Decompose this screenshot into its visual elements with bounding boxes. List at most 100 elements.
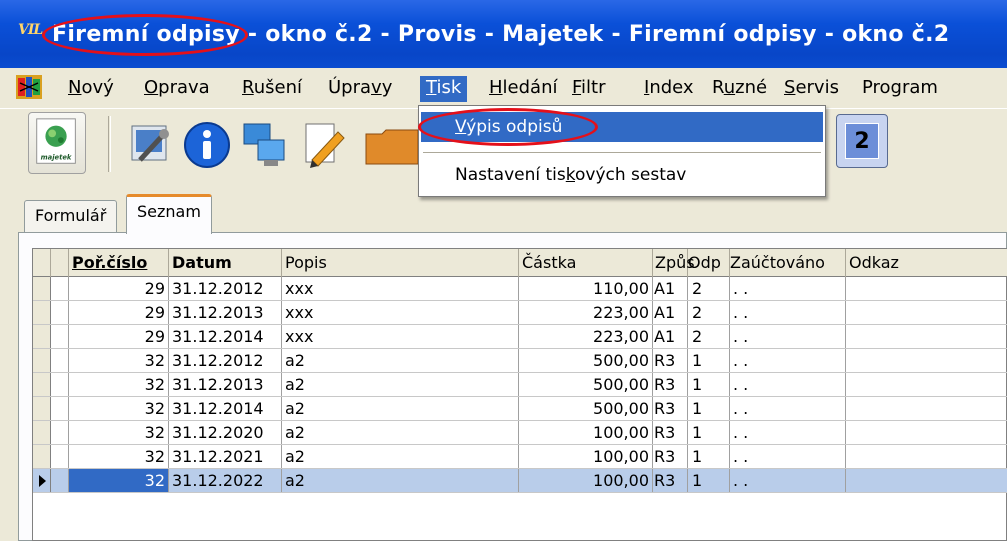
cell-cislo[interactable]: 32 (69, 421, 169, 444)
cell-datum[interactable]: 31.12.2013 (169, 301, 282, 324)
cell-castka[interactable]: 223,00 (519, 301, 653, 324)
cell-zpus[interactable]: R3 (653, 349, 688, 372)
header-odp[interactable]: Odp (688, 249, 730, 277)
cell-odp[interactable]: 2 (688, 325, 730, 348)
cell-datum[interactable]: 31.12.2014 (169, 325, 282, 348)
cell-castka[interactable]: 500,00 (519, 397, 653, 420)
header-popis[interactable]: Popis (282, 249, 519, 277)
cell-datum[interactable]: 31.12.2020 (169, 421, 282, 444)
cell-datum[interactable]: 31.12.2014 (169, 397, 282, 420)
tab-formular[interactable]: Formulář (24, 200, 118, 232)
menu-item-vypis-odpisu[interactable]: Výpis odpisů (421, 112, 823, 142)
cell-zpus[interactable]: R3 (653, 373, 688, 396)
menu-ruseni[interactable]: Rušení (236, 76, 308, 102)
cell-cislo[interactable]: 32 (69, 445, 169, 468)
cell-zpus[interactable]: R3 (653, 469, 688, 492)
menu-ruzne[interactable]: Ruzné (706, 76, 773, 102)
table-row[interactable]: 32 31.12.2014 a2 500,00 R3 1. . (33, 397, 1007, 421)
cell-cislo[interactable]: 29 (69, 301, 169, 324)
cell-zpus[interactable]: R3 (653, 445, 688, 468)
menu-servis[interactable]: Servis (778, 76, 845, 102)
menu-program[interactable]: Program (856, 76, 944, 102)
cell-cislo[interactable]: 29 (69, 277, 169, 300)
majetek-logo-button[interactable]: majetek (28, 112, 86, 174)
menu-oprava[interactable]: Oprava (138, 76, 216, 102)
info-icon[interactable] (182, 120, 232, 170)
header-por-cislo[interactable]: Poř.číslo (69, 249, 169, 277)
header-zauctovano[interactable]: Zaúčtováno (730, 249, 846, 277)
cell-zauctovano[interactable]: . . (730, 301, 846, 324)
cell-popis[interactable]: xxx (282, 301, 519, 324)
cell-datum[interactable]: 31.12.2022 (169, 469, 282, 492)
cell-zauctovano[interactable]: . . (730, 349, 846, 372)
cell-zpus[interactable]: A1 (653, 277, 688, 300)
header-datum[interactable]: Datum (169, 249, 282, 277)
cell-zauctovano[interactable]: . . (730, 421, 846, 444)
menu-index[interactable]: Index (638, 76, 700, 102)
cell-odp[interactable]: 2 (688, 301, 730, 324)
cell-zpus[interactable]: R3 (653, 421, 688, 444)
cell-castka[interactable]: 223,00 (519, 325, 653, 348)
cell-zpus[interactable]: A1 (653, 301, 688, 324)
cell-popis[interactable]: a2 (282, 469, 519, 492)
cell-popis[interactable]: a2 (282, 373, 519, 396)
cell-cislo[interactable]: 32 (69, 469, 169, 492)
table-row[interactable]: 32 31.12.2022 a2 100,00 R3 1. . (33, 469, 1007, 493)
cell-zauctovano[interactable]: . . (730, 445, 846, 468)
cell-cislo[interactable]: 29 (69, 325, 169, 348)
folder-icon[interactable] (356, 120, 418, 170)
cell-odp[interactable]: 1 (688, 469, 730, 492)
cell-zauctovano[interactable]: . . (730, 469, 846, 492)
settings-tools-icon[interactable] (126, 120, 176, 170)
cell-popis[interactable]: a2 (282, 421, 519, 444)
cell-popis[interactable]: a2 (282, 445, 519, 468)
cell-odp[interactable]: 1 (688, 445, 730, 468)
menu-tisk[interactable]: Tisk (420, 76, 468, 102)
cell-datum[interactable]: 31.12.2012 (169, 349, 282, 372)
cell-datum[interactable]: 31.12.2012 (169, 277, 282, 300)
cell-odp[interactable]: 1 (688, 349, 730, 372)
cell-popis[interactable]: xxx (282, 325, 519, 348)
menu-upravy[interactable]: Úpravy (322, 76, 398, 102)
menu-novy[interactable]: Nový (62, 76, 120, 102)
cell-cislo[interactable]: 32 (69, 397, 169, 420)
tab-seznam[interactable]: Seznam (126, 194, 212, 234)
cell-popis[interactable]: xxx (282, 277, 519, 300)
cell-castka[interactable]: 100,00 (519, 445, 653, 468)
cell-popis[interactable]: a2 (282, 349, 519, 372)
cell-castka[interactable]: 500,00 (519, 373, 653, 396)
cell-cislo[interactable]: 32 (69, 373, 169, 396)
cell-castka[interactable]: 110,00 (519, 277, 653, 300)
menu-hledani[interactable]: Hledání (483, 76, 564, 102)
cell-castka[interactable]: 100,00 (519, 469, 653, 492)
table-row[interactable]: 29 31.12.2012 xxx 110,00 A1 2. . (33, 277, 1007, 301)
cell-zpus[interactable]: R3 (653, 397, 688, 420)
cell-odp[interactable]: 1 (688, 421, 730, 444)
cell-castka[interactable]: 100,00 (519, 421, 653, 444)
network-computers-icon[interactable] (240, 120, 290, 170)
cell-zpus[interactable]: A1 (653, 325, 688, 348)
table-row[interactable]: 29 31.12.2013 xxx 223,00 A1 2. . (33, 301, 1007, 325)
cell-zauctovano[interactable]: . . (730, 325, 846, 348)
header-castka[interactable]: Částka (519, 249, 653, 277)
menu-item-nastaveni-sestav[interactable]: Nastavení tiskových sestav (421, 160, 823, 190)
table-row[interactable]: 32 31.12.2021 a2 100,00 R3 1. . (33, 445, 1007, 469)
cell-odp[interactable]: 2 (688, 277, 730, 300)
cell-popis[interactable]: a2 (282, 397, 519, 420)
cell-zauctovano[interactable]: . . (730, 397, 846, 420)
header-zpus[interactable]: Způs (653, 249, 695, 277)
table-row[interactable]: 32 31.12.2012 a2 500,00 R3 1. . (33, 349, 1007, 373)
table-row[interactable]: 32 31.12.2020 a2 100,00 R3 1. . (33, 421, 1007, 445)
cell-zauctovano[interactable]: . . (730, 373, 846, 396)
edit-document-icon[interactable] (298, 120, 348, 170)
menu-filtr[interactable]: Filtr (566, 76, 612, 102)
cell-datum[interactable]: 31.12.2013 (169, 373, 282, 396)
table-row[interactable]: 29 31.12.2014 xxx 223,00 A1 2. . (33, 325, 1007, 349)
title-bar[interactable]: VIL Firemní odpisy - okno č.2 - Provis -… (0, 0, 1007, 68)
cell-castka[interactable]: 500,00 (519, 349, 653, 372)
cell-cislo[interactable]: 32 (69, 349, 169, 372)
window-number-button[interactable]: 2 (836, 114, 888, 168)
cell-datum[interactable]: 31.12.2021 (169, 445, 282, 468)
cell-odp[interactable]: 1 (688, 397, 730, 420)
header-odkaz[interactable]: Odkaz (846, 249, 1007, 277)
